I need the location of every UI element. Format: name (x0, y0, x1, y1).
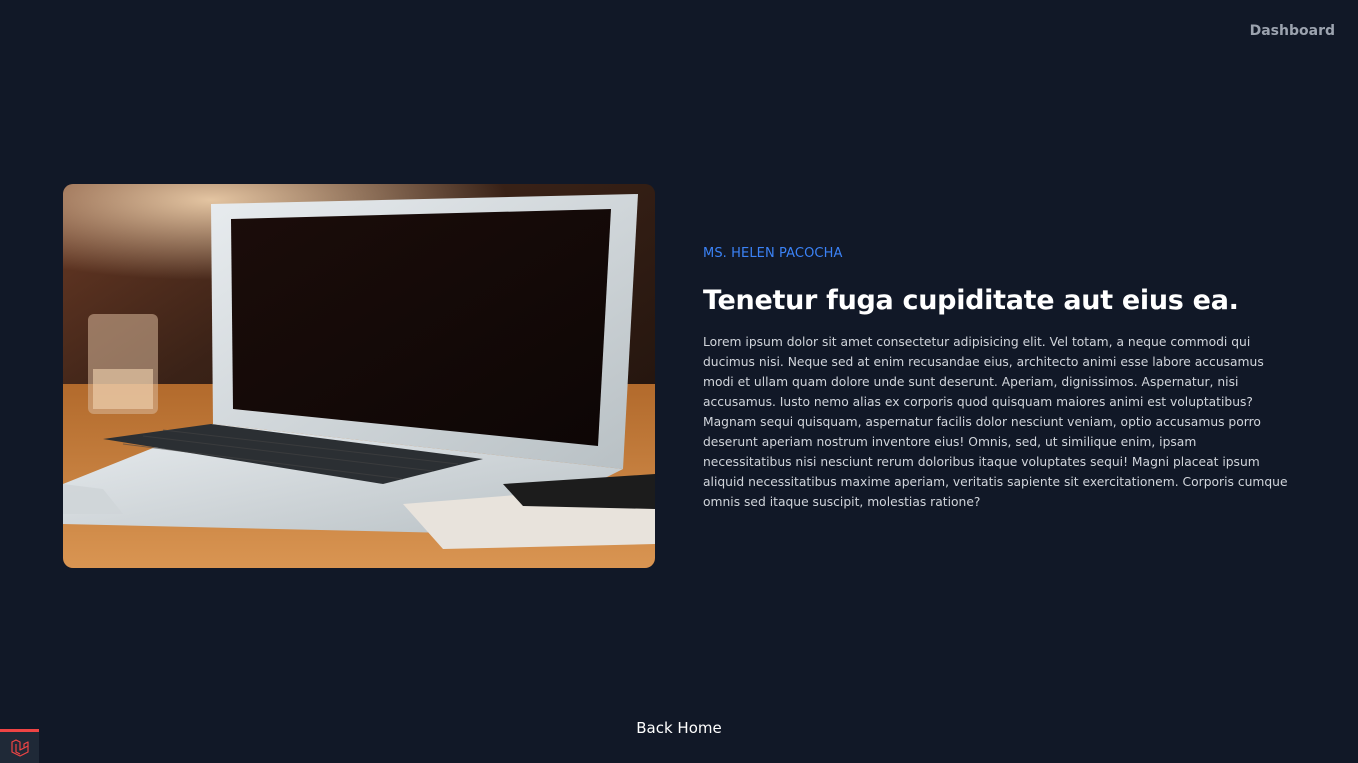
laravel-logo-icon (10, 738, 29, 757)
back-home-link[interactable]: Back Home (636, 719, 721, 737)
post-author: Ms. Helen Pacocha (703, 246, 843, 261)
laptop-photo-icon (63, 184, 655, 568)
post-content: Ms. Helen Pacocha Tenetur fuga cupiditat… (703, 246, 1288, 512)
post-image (63, 184, 655, 568)
dashboard-link[interactable]: Dashboard (1250, 23, 1335, 39)
page: Dashboard MS. HELEN PACOCHA Tenetur fuga… (0, 0, 1358, 763)
debugbar-toggle[interactable] (0, 729, 39, 763)
post-title: Tenetur fuga cupiditate aut eius ea. (703, 285, 1239, 316)
footer: Back Home (0, 719, 1358, 737)
post-body: Lorem ipsum dolor sit amet consectetur a… (703, 335, 1288, 509)
